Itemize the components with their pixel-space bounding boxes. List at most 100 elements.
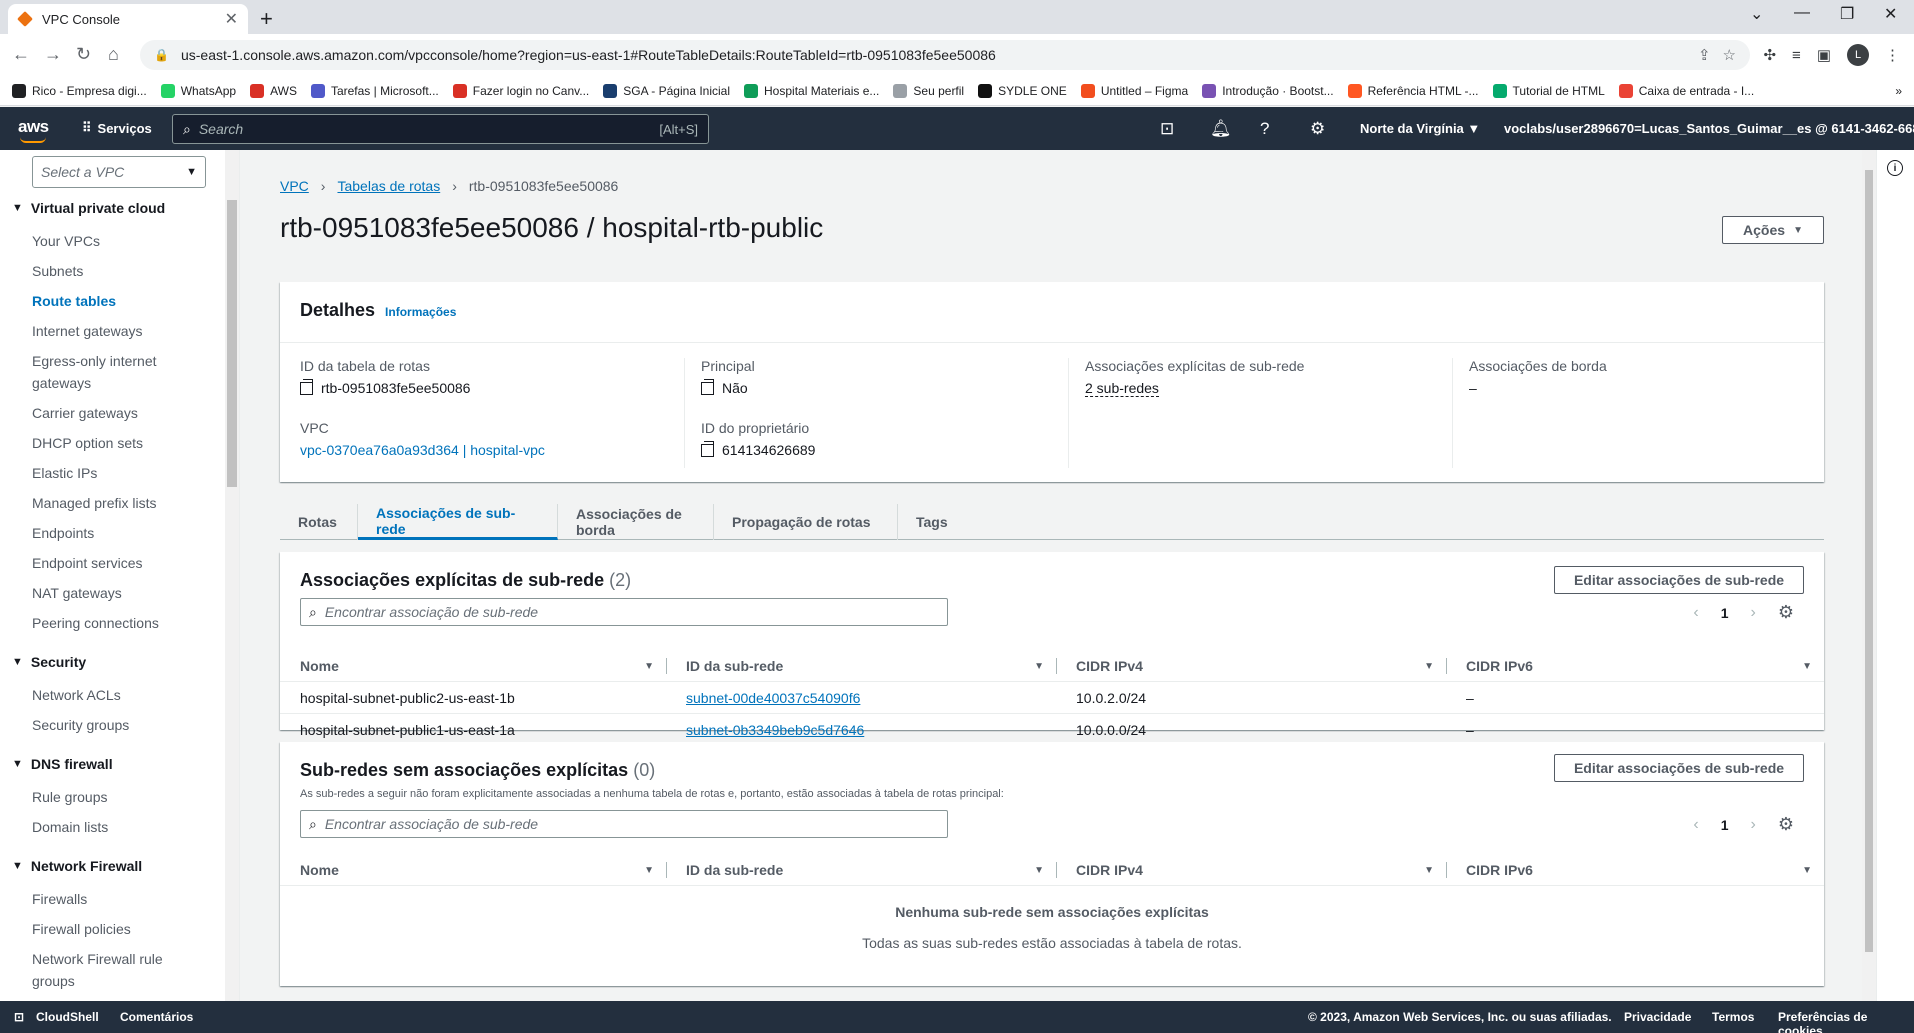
sort-caret-icon[interactable]: ▼ [1034, 865, 1044, 876]
subnet-id-link[interactable]: subnet-0b3349beb9c5d7646 [686, 722, 864, 738]
implicit-filter-input[interactable]: ⌕ Encontrar associação de sub-rede [300, 810, 948, 838]
bookmark-item[interactable]: Caixa de entrada - I... [1618, 83, 1754, 98]
page-number[interactable]: 1 [1721, 605, 1729, 621]
breadcrumb-route-tables[interactable]: Tabelas de rotas [337, 178, 440, 194]
explicit-assoc-link[interactable]: 2 sub-redes [1085, 380, 1159, 397]
sidebar-item[interactable]: Firewall policies [32, 918, 182, 940]
sidebar-item[interactable]: Network Firewall rule groups [32, 948, 182, 992]
column-header[interactable]: CIDR IPv6 ▼ [1446, 650, 1824, 682]
sidebar-item[interactable]: DHCP option sets [32, 432, 182, 454]
sort-caret-icon[interactable]: ▼ [1034, 661, 1044, 672]
new-tab-icon[interactable]: + [260, 6, 273, 32]
tab-search-icon[interactable]: ⌄ [1750, 4, 1763, 24]
sort-caret-icon[interactable]: ▼ [1424, 865, 1434, 876]
feedback-link[interactable]: Comentários [120, 1010, 193, 1024]
sidebar-item[interactable]: Firewalls [32, 888, 182, 910]
help-icon[interactable]: ? [1260, 119, 1269, 139]
sidebar-item[interactable]: Internet gateways [32, 320, 182, 342]
tab-item[interactable]: Tags [898, 504, 978, 540]
back-icon[interactable]: ← [12, 44, 30, 65]
sort-caret-icon[interactable]: ▼ [644, 865, 654, 876]
account-menu[interactable]: voclabs/user2896670=Lucas_Santos_Guimar_… [1504, 121, 1914, 136]
page-number[interactable]: 1 [1721, 817, 1729, 833]
bookmark-item[interactable]: SYDLE ONE [978, 83, 1067, 98]
bookmark-item[interactable]: Tarefas | Microsoft... [310, 83, 439, 98]
reload-icon[interactable]: ↻ [76, 44, 91, 65]
table-settings-icon[interactable]: ⚙ [1778, 602, 1794, 623]
nav-section-3[interactable]: ▼ Network Firewall [12, 858, 142, 874]
bell-icon[interactable]: 🔔︎ [1210, 119, 1232, 139]
restore-icon[interactable]: ❐ [1840, 4, 1854, 24]
close-tab-icon[interactable]: ✕ [225, 9, 238, 29]
subnet-id-link[interactable]: subnet-00de40037c54090f6 [686, 690, 860, 706]
next-page-icon[interactable]: › [1751, 816, 1756, 834]
sidebar-scroll-thumb[interactable] [227, 200, 237, 487]
bookmark-item[interactable]: Hospital Materiais e... [744, 83, 879, 98]
region-selector[interactable]: Norte da Virgínia ▼ [1360, 121, 1480, 136]
sidebar-item[interactable]: Elastic IPs [32, 462, 182, 484]
browser-tab[interactable]: VPC Console ✕ [8, 4, 248, 34]
explicit-filter-input[interactable]: ⌕ Encontrar associação de sub-rede [300, 598, 948, 626]
main-scroll-thumb[interactable] [1865, 170, 1873, 952]
next-page-icon[interactable]: › [1751, 604, 1756, 622]
sidebar-item[interactable]: Rule groups [32, 786, 182, 808]
vpc-select[interactable]: Select a VPC ▼ [32, 156, 206, 188]
column-header[interactable]: ID da sub-rede ▼ [666, 650, 1056, 682]
copy-icon[interactable] [300, 378, 313, 395]
bookmark-item[interactable]: WhatsApp [160, 83, 236, 98]
column-header[interactable]: CIDR IPv6 ▼ [1446, 854, 1824, 886]
media-icon[interactable]: ≡ [1792, 47, 1801, 64]
sidebar-item[interactable]: Carrier gateways [32, 402, 182, 424]
column-header[interactable]: CIDR IPv4 ▼ [1056, 854, 1446, 886]
bookmark-star-icon[interactable]: ☆ [1723, 46, 1736, 64]
profile-avatar[interactable]: L [1847, 44, 1869, 66]
share-icon[interactable]: ⇪ [1698, 46, 1711, 64]
sidebar-item[interactable]: Domain lists [32, 816, 182, 838]
vpc-link[interactable]: vpc-0370ea76a0a93d364 | hospital-vpc [300, 442, 545, 458]
tab-item[interactable]: Propagação de rotas [714, 504, 898, 540]
actions-button[interactable]: Ações ▼ [1722, 216, 1824, 244]
info-icon[interactable]: i [1887, 160, 1903, 176]
prev-page-icon[interactable]: ‹ [1693, 604, 1698, 622]
bookmark-item[interactable]: Rico - Empresa digi... [12, 83, 147, 98]
bookmark-item[interactable]: AWS [250, 83, 297, 98]
gear-icon[interactable]: ⚙ [1310, 119, 1325, 139]
minimize-icon[interactable]: — [1794, 4, 1810, 22]
sidebar-item[interactable]: Peering connections [32, 612, 182, 634]
column-header[interactable]: Nome ▼ [280, 650, 666, 682]
sidebar-item[interactable]: NAT gateways [32, 582, 182, 604]
terms-link[interactable]: Termos [1712, 1010, 1754, 1024]
side-panel-icon[interactable]: ▣ [1817, 46, 1831, 64]
address-bar[interactable]: 🔒 us-east-1.console.aws.amazon.com/vpcco… [140, 40, 1750, 70]
main-scrollbar[interactable] [1862, 150, 1876, 1001]
sidebar-scrollbar[interactable] [225, 150, 239, 1001]
lock-icon[interactable]: 🔒 [154, 48, 169, 62]
privacy-link[interactable]: Privacidade [1624, 1010, 1691, 1024]
column-header[interactable]: CIDR IPv4 ▼ [1056, 650, 1446, 682]
sidebar-item[interactable]: Your VPCs [32, 230, 182, 252]
more-bookmarks-icon[interactable]: » [1895, 84, 1914, 98]
edit-subnet-associations-button[interactable]: Editar associações de sub-rede [1554, 566, 1804, 594]
bookmark-item[interactable]: SGA - Página Inicial [603, 83, 730, 98]
cloudshell-icon[interactable]: ⊡ [1160, 119, 1174, 139]
close-window-icon[interactable]: ✕ [1884, 4, 1897, 24]
nav-section-0[interactable]: ▼ Virtual private cloud [12, 200, 165, 216]
tab-item[interactable]: Associações de borda [558, 504, 714, 540]
info-link[interactable]: Informações [385, 305, 456, 319]
breadcrumb-vpc[interactable]: VPC [280, 178, 309, 194]
url-text[interactable]: us-east-1.console.aws.amazon.com/vpccons… [181, 47, 1686, 63]
home-icon[interactable]: ⌂ [108, 44, 119, 65]
bookmark-item[interactable]: Seu perfil [893, 83, 964, 98]
copy-icon[interactable] [701, 378, 714, 395]
cookie-preferences-link[interactable]: Preferências de cookies [1778, 1010, 1914, 1033]
sidebar-item[interactable]: Endpoint services [32, 552, 182, 574]
bookmark-item[interactable]: Referência HTML -... [1347, 83, 1479, 98]
extensions-icon[interactable]: ✣ [1763, 46, 1776, 64]
edit-subnet-associations-button-2[interactable]: Editar associações de sub-rede [1554, 754, 1804, 782]
sidebar-item[interactable]: Egress-only internet gateways [32, 350, 182, 394]
sidebar-item[interactable]: Network ACLs [32, 684, 182, 706]
cloudshell-icon[interactable]: ⊡ [14, 1010, 24, 1024]
aws-search-input[interactable]: ⌕ Search [Alt+S] [172, 114, 709, 144]
bookmark-item[interactable]: Untitled – Figma [1080, 83, 1188, 98]
menu-icon[interactable]: ⋮ [1885, 46, 1900, 64]
